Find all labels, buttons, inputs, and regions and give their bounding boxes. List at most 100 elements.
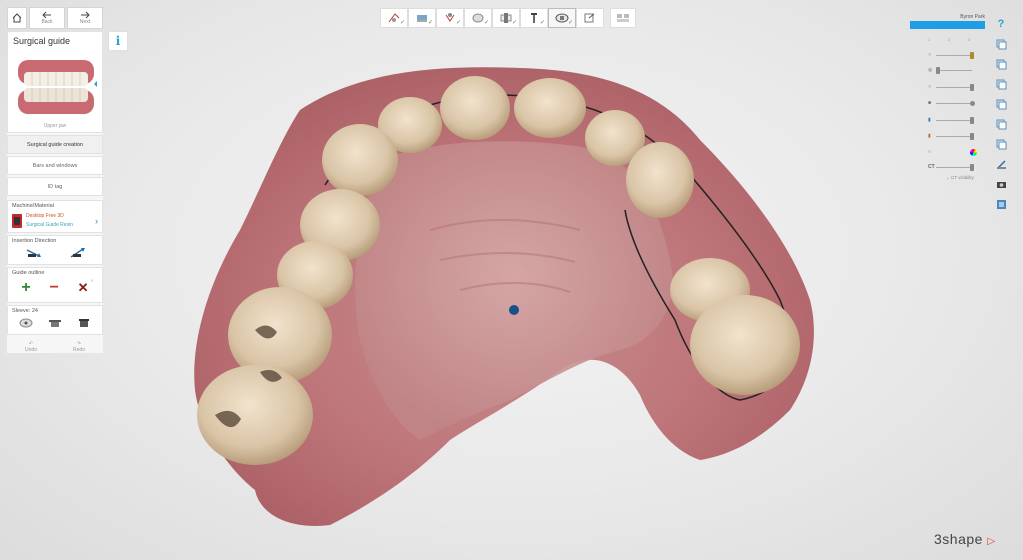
- brand-logo: 3shape ▷: [934, 531, 996, 547]
- slider-implant-opacity[interactable]: ▮: [928, 116, 974, 124]
- redo-button[interactable]: ↷ Redo: [73, 341, 85, 353]
- slider-knob[interactable]: [970, 116, 974, 124]
- step-export[interactable]: [576, 8, 604, 28]
- machine-material-header: Machine/Material: [12, 203, 54, 209]
- slider-scan-opacity[interactable]: ○: [928, 83, 974, 91]
- printer-icon: [12, 214, 22, 228]
- undo-label: Undo: [25, 347, 37, 353]
- tooth: [322, 124, 398, 196]
- slider-ct[interactable]: CT: [928, 163, 974, 171]
- slider-knob[interactable]: [970, 100, 975, 106]
- jaw-thumbnail[interactable]: [14, 54, 98, 120]
- tick-label: 3: [967, 37, 970, 42]
- opacity-ticks: 1 2 3: [928, 37, 970, 42]
- slider-color[interactable]: ○: [928, 148, 977, 156]
- check-icon: ✓: [427, 20, 433, 26]
- ct-label: CT: [928, 164, 935, 170]
- camera-icon[interactable]: [995, 177, 1007, 191]
- help-icon[interactable]: ?: [995, 17, 1007, 31]
- step-drill[interactable]: ✓: [520, 8, 548, 28]
- guide-outline-section: Guide outline + − ✕!: [7, 267, 103, 303]
- slider-model-opacity[interactable]: ■: [928, 99, 975, 107]
- layer-icon[interactable]: [995, 37, 1007, 51]
- add-outline-button[interactable]: +: [21, 279, 30, 297]
- user-status-bar: [910, 21, 985, 29]
- redo-label: Redo: [73, 347, 85, 353]
- layer-icon[interactable]: [995, 137, 1007, 151]
- step-sleeve[interactable]: ✓: [492, 8, 520, 28]
- delete-outline-button[interactable]: ✕!: [78, 278, 93, 296]
- layer-icon[interactable]: [995, 97, 1007, 111]
- tooth: [626, 142, 694, 218]
- slider-crown-opacity[interactable]: ▮: [928, 132, 974, 140]
- tooth: [440, 76, 510, 140]
- menu-id-tag[interactable]: ID tag: [7, 177, 103, 196]
- slider-knob[interactable]: [970, 83, 974, 91]
- info-button[interactable]: i: [108, 31, 128, 51]
- top-nav: Back Next: [7, 7, 103, 29]
- ct-visibility-toggle[interactable]: ⌄ CT visibility: [946, 175, 974, 181]
- align-icon: [417, 15, 427, 22]
- home-button[interactable]: [7, 7, 27, 29]
- back-label: Back: [41, 19, 53, 25]
- sleeve-top-icon[interactable]: [19, 318, 33, 328]
- layer-icon[interactable]: [995, 117, 1007, 131]
- check-icon: ✓: [483, 20, 489, 26]
- check-icon: ✓: [511, 20, 517, 26]
- jaw-3d-view[interactable]: [0, 0, 1023, 560]
- implant-position-marker[interactable]: [509, 305, 519, 315]
- check-icon: ✓: [399, 20, 405, 26]
- undo-button[interactable]: ↶ Undo: [25, 341, 37, 353]
- model-icon: ■: [928, 100, 932, 106]
- ct-visibility-label: CT visibility: [951, 175, 974, 180]
- step-crown[interactable]: ✓: [464, 8, 492, 28]
- material-selector[interactable]: Desktop Free 3D Surgical Guide Resin ›: [12, 212, 98, 230]
- remove-outline-button[interactable]: −: [50, 279, 59, 297]
- sleeve-section: Sleeve: 24: [7, 305, 103, 335]
- tick-label: 1: [928, 37, 931, 42]
- slider-knob[interactable]: [936, 66, 940, 74]
- palate: [355, 141, 673, 441]
- insertion-direction-set-icon[interactable]: [68, 247, 86, 259]
- implant-icon: [445, 13, 455, 22]
- slider-guide-opacity[interactable]: ○: [928, 51, 974, 59]
- menu-surgical-guide-creation[interactable]: Surgical guide creation: [7, 135, 103, 154]
- step-scan[interactable]: ✓: [380, 8, 408, 28]
- layer-icon[interactable]: [995, 77, 1007, 91]
- step-guide[interactable]: ✓: [548, 8, 576, 28]
- color-wheel-icon[interactable]: [970, 148, 977, 156]
- back-button[interactable]: Back: [29, 7, 65, 29]
- menu-bars-and-windows[interactable]: Bars and windows: [7, 156, 103, 175]
- slider-knob[interactable]: [970, 163, 974, 171]
- insertion-direction-section: Insertion Direction: [7, 235, 103, 265]
- next-button[interactable]: Next: [67, 7, 103, 29]
- view-icon[interactable]: [995, 197, 1007, 211]
- layer-icon[interactable]: [995, 57, 1007, 71]
- circle-icon: ○: [928, 52, 932, 58]
- triangle-logo-icon: ▷: [987, 536, 996, 547]
- machine-name: Desktop Free 3D: [26, 213, 64, 219]
- slider-knob[interactable]: [970, 132, 974, 140]
- home-icon: [12, 13, 22, 23]
- arrow-right-icon: [81, 11, 90, 19]
- slider-sleeve-opacity[interactable]: ◎: [928, 66, 972, 74]
- crown-icon: [472, 13, 484, 23]
- left-panel: Surgical guide Upper jaw Surgical guide …: [7, 31, 103, 353]
- step-extra[interactable]: [610, 8, 636, 28]
- sleeve-full-icon[interactable]: [77, 318, 91, 328]
- measure-icon[interactable]: [995, 157, 1007, 171]
- layout-icon: [617, 14, 629, 22]
- user-box: Byron Park: [910, 14, 985, 29]
- sleeve-side-icon[interactable]: [48, 318, 62, 328]
- panel-title: Surgical guide: [13, 36, 71, 46]
- arrow-left-icon: [42, 11, 51, 19]
- step-implant[interactable]: ✓: [436, 8, 464, 28]
- undo-redo-row: ↶ Undo ↷ Redo: [7, 341, 103, 353]
- slider-knob[interactable]: [970, 51, 974, 59]
- sleeve-small-icon: ◎: [928, 67, 933, 73]
- tick-label: 2: [947, 37, 951, 42]
- tooth: [690, 295, 800, 395]
- crown-small-icon: ▮: [928, 133, 931, 139]
- step-align[interactable]: ✓: [408, 8, 436, 28]
- insertion-direction-view-icon[interactable]: [25, 247, 43, 259]
